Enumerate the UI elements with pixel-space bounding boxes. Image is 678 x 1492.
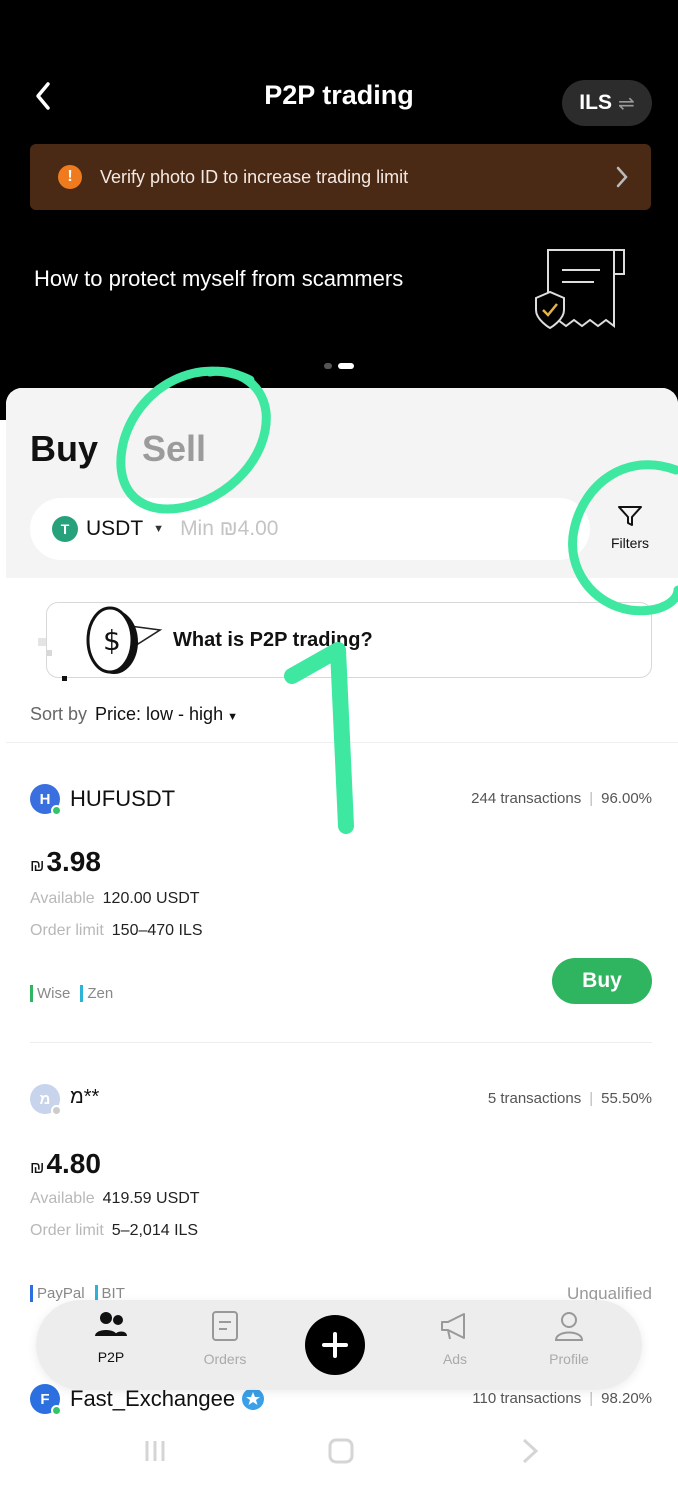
completion-rate: 96.00%: [601, 790, 652, 807]
tether-icon: T: [52, 516, 78, 542]
verify-banner-text: Verify photo ID to increase trading limi…: [100, 166, 409, 187]
avatar[interactable]: H: [30, 784, 62, 816]
available-value: 120.00 USDT: [102, 890, 200, 907]
price-value: 4.80: [46, 1148, 101, 1179]
tab-sell[interactable]: Sell: [142, 428, 206, 470]
megaphone-icon: [441, 1313, 465, 1340]
merchant-stats: 110 transactions | 98.20%: [472, 1390, 652, 1407]
available-value: 419.59 USDT: [102, 1190, 200, 1207]
nav-item-profile[interactable]: Profile: [534, 1310, 604, 1367]
merchant-name[interactable]: מ**: [70, 1086, 99, 1109]
payment-methods: Wise Zen: [30, 985, 123, 1002]
available-label: Available: [30, 1190, 95, 1207]
price: ₪4.80: [30, 1148, 101, 1180]
profile-icon: [554, 1312, 584, 1341]
order-limit-label: Order limit: [30, 1222, 104, 1239]
svg-text:$: $: [103, 624, 121, 657]
document-shield-illustration: [535, 249, 625, 330]
order-limit-label: Order limit: [30, 922, 104, 939]
price: ₪3.98: [30, 846, 101, 878]
filter-funnel-icon: [618, 506, 642, 526]
crypto-filter-bar[interactable]: T USDT ▼ Min ₪4.00: [30, 498, 590, 560]
transactions-count: 5 transactions: [487, 1090, 582, 1107]
swap-icon: ⇌: [617, 92, 635, 115]
merchant-stats: 244 transactions | 96.00%: [471, 790, 652, 807]
verify-id-banner[interactable]: ! Verify photo ID to increase trading li…: [30, 144, 651, 210]
order-limit-row: Order limit 5–2,014 ILS: [30, 1222, 198, 1240]
order-limit-row: Order limit 150–470 ILS: [30, 922, 203, 940]
avatar[interactable]: מ: [30, 1084, 62, 1116]
price-value: 3.98: [46, 846, 101, 877]
sort-label: Sort by: [30, 704, 88, 724]
online-indicator: [51, 805, 62, 816]
nav-item-p2p[interactable]: P2P: [76, 1310, 146, 1365]
chevron-right-icon: [616, 166, 628, 188]
merchant-stats: 5 transactions | 55.50%: [487, 1090, 652, 1107]
warning-icon: !: [58, 165, 82, 189]
avatar-letter: H: [39, 790, 51, 808]
plus-icon: [322, 1332, 348, 1358]
dropdown-caret-icon: ▼: [227, 711, 238, 723]
online-indicator: [51, 1105, 62, 1116]
nav-label: Ads: [442, 1351, 468, 1367]
what-is-p2p-text: What is P2P trading?: [173, 628, 373, 651]
online-indicator: [51, 1405, 62, 1416]
completion-rate: 55.50%: [601, 1090, 652, 1107]
recent-apps-icon[interactable]: [140, 1436, 170, 1466]
system-back-icon[interactable]: [514, 1436, 544, 1466]
filters-button[interactable]: Filters: [598, 504, 662, 564]
divider: [30, 1042, 652, 1043]
divider: [6, 742, 678, 743]
buy-button[interactable]: Buy: [552, 958, 652, 1004]
header-section: [0, 0, 678, 420]
currency-label: ILS: [579, 91, 612, 114]
currency-symbol: ₪: [30, 856, 45, 875]
nav-item-orders[interactable]: Orders: [190, 1310, 260, 1367]
currency-switch-button[interactable]: ILS ⇌: [562, 80, 652, 126]
people-icon: [95, 1312, 127, 1336]
currency-symbol: ₪: [30, 1158, 45, 1177]
create-plus-button[interactable]: [305, 1315, 365, 1375]
order-limit-value: 5–2,014 ILS: [111, 1222, 199, 1239]
home-icon[interactable]: [326, 1436, 356, 1466]
min-amount-input[interactable]: Min ₪4.00: [180, 517, 278, 541]
available-row: Available 419.59 USDT: [30, 1190, 200, 1208]
dropdown-caret-icon: ▼: [153, 523, 165, 535]
order-limit-value: 150–470 ILS: [111, 922, 203, 939]
coin-illustration: $: [38, 606, 163, 681]
avatar-letter: מ: [39, 1090, 51, 1108]
sort-control[interactable]: Sort by Price: low - high ▼: [30, 704, 238, 725]
coin-selector[interactable]: USDT: [86, 517, 143, 541]
nav-item-ads[interactable]: Ads: [420, 1310, 490, 1367]
carousel-indicator: [324, 363, 354, 369]
available-row: Available 120.00 USDT: [30, 890, 200, 908]
payment-tag: Wise: [30, 985, 70, 1002]
tab-buy[interactable]: Buy: [30, 428, 98, 470]
filters-label: Filters: [610, 535, 650, 551]
available-label: Available: [30, 890, 95, 907]
nav-label: P2P: [97, 1349, 125, 1365]
sort-value: Price: low - high: [95, 704, 224, 724]
promo-text[interactable]: How to protect myself from scammers: [34, 266, 403, 292]
orders-icon: [212, 1311, 238, 1341]
avatar[interactable]: F: [30, 1384, 62, 1416]
verified-badge-icon: [242, 1388, 265, 1410]
nav-label: Profile: [549, 1351, 589, 1367]
payment-tag: Zen: [80, 985, 113, 1002]
avatar-letter: F: [40, 1390, 50, 1408]
merchant-name[interactable]: HUFUSDT: [70, 786, 175, 812]
nav-label: Orders: [203, 1351, 247, 1367]
bottom-nav: P2P Orders Ads Profile: [36, 1300, 642, 1390]
transactions-count: 244 transactions: [471, 790, 582, 807]
completion-rate: 98.20%: [601, 1390, 652, 1407]
transactions-count: 110 transactions: [472, 1390, 582, 1407]
